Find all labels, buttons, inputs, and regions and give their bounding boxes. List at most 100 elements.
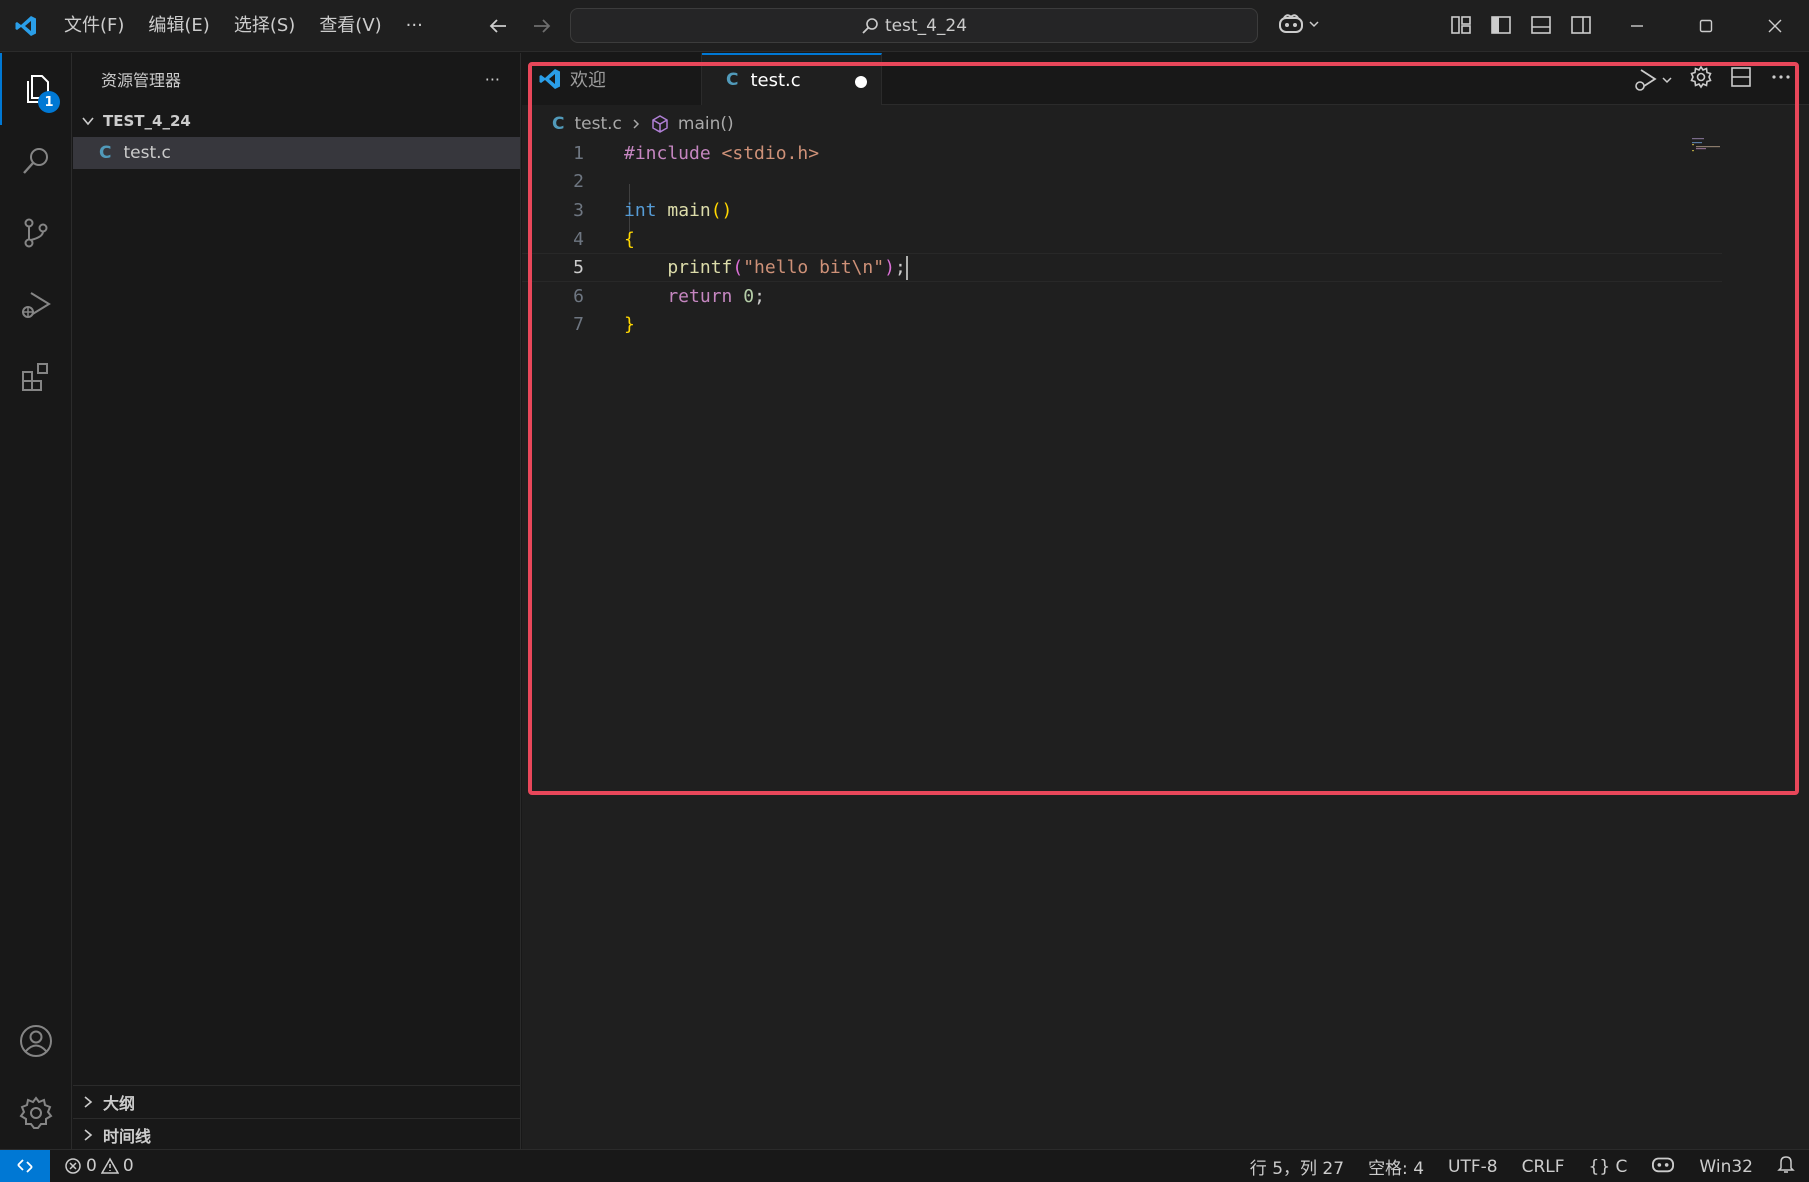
more-actions-icon[interactable] <box>1769 65 1793 94</box>
line-number: 1 <box>573 142 584 164</box>
outline-label: 大纲 <box>103 1094 136 1113</box>
copilot-status-icon[interactable] <box>1651 1153 1675 1180</box>
paren-token: ( <box>732 256 744 278</box>
menu-selection[interactable]: 选择(S) <box>222 0 307 52</box>
maximize-icon[interactable] <box>1671 0 1740 52</box>
keyword-token: return <box>624 285 733 307</box>
customize-layout-icon[interactable] <box>1448 12 1474 38</box>
c-file-icon: C <box>726 70 739 90</box>
line-ending[interactable]: CRLF <box>1522 1157 1565 1177</box>
back-arrow-icon[interactable] <box>485 13 511 39</box>
language-mode[interactable]: {} C <box>1589 1157 1628 1177</box>
error-icon <box>65 1158 81 1174</box>
explorer-badge: 1 <box>38 91 60 113</box>
editor-actions <box>1633 65 1793 94</box>
minimize-icon[interactable] <box>1602 0 1671 52</box>
tab-label: test.c <box>750 69 801 91</box>
menu-edit[interactable]: 编辑(E) <box>136 0 221 52</box>
semicolon-token: ; <box>894 256 906 278</box>
title-bar: 文件(F) 编辑(E) 选择(S) 查看(V) ··· test_4_24 <box>0 0 1809 52</box>
copilot-menu[interactable] <box>1278 12 1320 36</box>
include-token: <stdio.h> <box>710 142 820 164</box>
cursor-position[interactable]: 行 5，列 27 <box>1250 1154 1344 1179</box>
bell-icon[interactable] <box>1777 1154 1795 1179</box>
manage-activity[interactable] <box>0 1077 72 1149</box>
run-icon <box>1635 68 1657 91</box>
toggle-primary-sidebar-icon[interactable] <box>1488 12 1514 38</box>
chevron-right-icon <box>633 119 639 129</box>
source-control-activity[interactable] <box>0 197 72 269</box>
line-number: 3 <box>573 199 584 221</box>
copilot-icon <box>1279 14 1303 33</box>
breadcrumb-file[interactable]: test.c <box>574 114 621 134</box>
menu-file[interactable]: 文件(F) <box>52 0 136 52</box>
encoding[interactable]: UTF-8 <box>1448 1157 1498 1177</box>
timeline-section[interactable]: 时间线 <box>73 1118 521 1151</box>
toggle-secondary-sidebar-icon[interactable] <box>1568 12 1594 38</box>
breadcrumb-symbol[interactable]: main() <box>678 114 734 134</box>
status-bar: 0 0 行 5，列 27 空格: 4 UTF-8 CRLF {} C Win32 <box>0 1149 1809 1182</box>
indentation[interactable]: 空格: 4 <box>1368 1154 1424 1179</box>
gear-icon <box>19 1096 53 1129</box>
remote-indicator[interactable] <box>0 1149 50 1182</box>
explorer-header: 资源管理器 ··· <box>73 53 520 105</box>
toggle-panel-icon[interactable] <box>1528 12 1554 38</box>
run-debug-dropdown[interactable] <box>1633 67 1673 93</box>
outline-section[interactable]: 大纲 <box>73 1085 521 1118</box>
settings-gear-icon[interactable] <box>1689 65 1713 94</box>
workspace-name: test_4_24 <box>884 15 968 36</box>
brace-token: { <box>624 228 635 250</box>
extensions-activity[interactable] <box>0 341 72 413</box>
editor-tabs: 欢迎 C test.c <box>522 53 1809 105</box>
code-line-current: 5 printf("hello bit\n"); <box>522 253 1722 282</box>
chevron-down-icon <box>82 117 94 126</box>
explorer-title: 资源管理器 <box>101 71 182 90</box>
c-file-icon: C <box>552 114 565 134</box>
platform[interactable]: Win32 <box>1699 1157 1753 1177</box>
explorer-more-button[interactable]: ··· <box>485 70 500 89</box>
search-icon <box>862 17 878 34</box>
status-right: 行 5，列 27 空格: 4 UTF-8 CRLF {} C Win32 <box>1250 1150 1795 1182</box>
unsaved-dot-icon[interactable] <box>855 76 867 88</box>
line-number: 6 <box>573 285 584 307</box>
menu-view[interactable]: 查看(V) <box>307 0 393 52</box>
search-activity[interactable] <box>0 125 72 197</box>
type-token: int <box>624 199 657 221</box>
tab-welcome[interactable]: 欢迎 <box>522 53 702 105</box>
code-line: 6 return 0; <box>522 282 1722 311</box>
file-tree-item[interactable]: C test.c <box>73 137 520 169</box>
file-name: test.c <box>123 143 171 163</box>
menu-more[interactable]: ··· <box>394 0 435 52</box>
breadcrumb: C test.c main() <box>552 109 734 139</box>
forward-arrow-icon[interactable] <box>529 13 555 39</box>
symbol-method-icon <box>652 115 668 133</box>
tab-test-c[interactable]: C test.c <box>702 53 882 105</box>
line-number: 2 <box>573 171 584 193</box>
code-editor[interactable]: 1 #include <stdio.h> 2 3 int main() 4 { … <box>522 139 1722 339</box>
error-count: 0 <box>86 1156 97 1176</box>
run-debug-activity[interactable] <box>0 269 72 341</box>
accounts-activity[interactable] <box>0 1005 72 1077</box>
string-token: "hello bit\n" <box>743 256 885 278</box>
warning-count: 0 <box>122 1156 134 1176</box>
line-number: 4 <box>573 228 584 250</box>
menu-bar: 文件(F) 编辑(E) 选择(S) 查看(V) ··· <box>52 0 435 52</box>
command-center-search[interactable]: test_4_24 <box>570 8 1258 43</box>
chevron-right-icon <box>84 1129 93 1141</box>
folder-name: TEST_4_24 <box>103 112 191 130</box>
run-debug-icon <box>22 292 51 318</box>
problems-indicator[interactable]: 0 0 <box>64 1156 134 1176</box>
code-line: 7 } <box>522 311 1722 340</box>
c-file-icon: C <box>99 143 112 163</box>
folder-root[interactable]: TEST_4_24 <box>73 105 520 137</box>
explorer-activity[interactable]: 1 <box>0 53 72 125</box>
close-icon[interactable] <box>1740 0 1809 52</box>
activity-bar: 1 <box>0 53 72 1149</box>
chevron-down-icon <box>1309 21 1319 28</box>
split-editor-icon[interactable] <box>1729 65 1753 94</box>
brace-token: } <box>624 314 635 336</box>
preprocessor-token: #include <box>624 142 711 164</box>
source-control-icon <box>24 218 48 248</box>
minimap[interactable] <box>1692 137 1722 155</box>
navigation-arrows <box>485 13 555 39</box>
